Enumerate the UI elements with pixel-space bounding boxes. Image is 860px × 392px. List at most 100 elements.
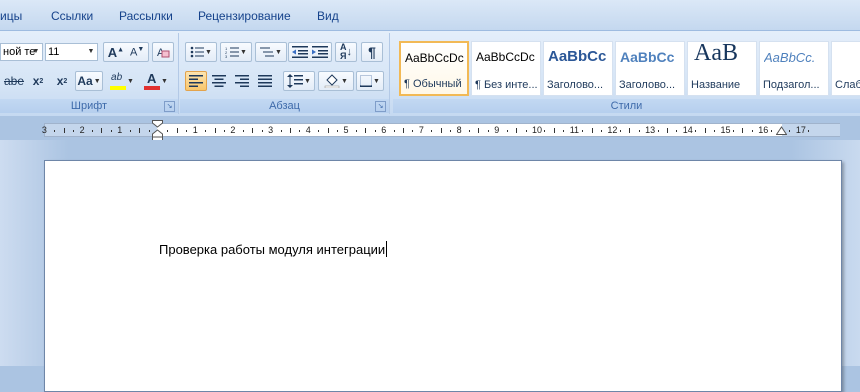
- justify-icon: [258, 75, 272, 87]
- arrow-down-icon: ↓: [346, 46, 353, 58]
- subscript-label: x: [32, 74, 40, 88]
- style-subtitle[interactable]: AaBbCc. Подзагол...: [759, 41, 829, 96]
- sort-button[interactable]: A Я ↓: [335, 42, 357, 62]
- change-case-button[interactable]: Aa ▼: [75, 71, 103, 91]
- text-caret: [386, 241, 388, 257]
- shrink-font-button[interactable]: A▼: [130, 46, 144, 59]
- ruler-tick: [374, 130, 376, 132]
- tab-view[interactable]: Вид: [317, 9, 339, 23]
- chevron-down-icon[interactable]: ▼: [31, 44, 41, 60]
- paragraph-group: ▼ 123 ▼ ▼ A Я ↓ ¶ ▼ ▼ ▼ Абзац ↘: [180, 33, 390, 114]
- decrease-indent-icon[interactable]: [292, 46, 308, 58]
- right-indent-marker-icon[interactable]: [776, 126, 787, 135]
- grow-font-label: A: [107, 44, 118, 60]
- ruler-tick: [676, 130, 678, 132]
- clear-formatting-button[interactable]: A: [152, 42, 174, 62]
- style-name: Слаб: [835, 79, 860, 91]
- line-spacing-button[interactable]: ▼: [283, 71, 315, 91]
- indent-marker-icon[interactable]: [152, 120, 163, 142]
- font-dialog-launcher[interactable]: ↘: [164, 101, 175, 112]
- paragraph-dialog-launcher[interactable]: ↘: [375, 101, 386, 112]
- document-text: Проверка работы модуля интеграции: [159, 242, 386, 257]
- font-color-label: A: [147, 71, 157, 86]
- align-right-button[interactable]: [231, 71, 253, 91]
- chevron-down-icon: ▼: [93, 77, 101, 85]
- paragraph-group-label: Абзац: [180, 99, 389, 113]
- style-name: ¶ Без инте...: [475, 79, 538, 91]
- indent-buttons: [288, 42, 332, 62]
- ruler-tick: [582, 130, 584, 132]
- tab-references[interactable]: Ссылки: [51, 9, 93, 23]
- ruler-tick: [252, 128, 254, 133]
- ribbon: ной те ▼ 11 ▼ A▲ A▼ A abe x2 x2 Aa ▼ ab ▼…: [0, 30, 860, 117]
- bullets-button[interactable]: ▼: [185, 42, 217, 62]
- font-name-combo[interactable]: ной те ▼: [0, 43, 43, 61]
- style-normal[interactable]: AaBbCcDc ¶ Обычный: [399, 41, 469, 96]
- style-name: Заголово...: [619, 79, 676, 91]
- style-sample: AaBbCc.: [764, 50, 816, 65]
- style-name: ¶ Обычный: [404, 78, 462, 90]
- strikethrough-button[interactable]: abe: [2, 71, 26, 91]
- style-heading-1[interactable]: AaBbCc Заголово...: [543, 41, 613, 96]
- ruler-tick: [403, 128, 405, 133]
- ruler-tick: [110, 130, 112, 132]
- ruler-tick: [732, 130, 734, 132]
- ruler-tick: [318, 130, 320, 132]
- document-text-line[interactable]: Проверка работы модуля интеграции: [159, 241, 388, 257]
- style-name: Заголово...: [547, 79, 604, 91]
- tab-tables[interactable]: ицы: [0, 9, 22, 23]
- tab-mailings[interactable]: Рассылки: [119, 9, 173, 23]
- align-center-button[interactable]: [208, 71, 230, 91]
- align-center-icon: [212, 75, 226, 87]
- document-page[interactable]: Проверка работы модуля интеграции: [44, 160, 842, 392]
- justify-button[interactable]: [254, 71, 276, 91]
- font-size-combo[interactable]: 11 ▼: [45, 43, 98, 61]
- ruler-tick: [393, 130, 395, 132]
- ruler-tick: [280, 130, 282, 132]
- superscript-label: x: [56, 74, 64, 88]
- ruler-tick: [544, 130, 546, 132]
- chevron-down-icon: ▼: [127, 77, 134, 85]
- increase-indent-icon[interactable]: [312, 46, 328, 58]
- ruler-number: 10: [532, 125, 543, 135]
- ruler-tick: [205, 130, 207, 132]
- shading-button[interactable]: ▼: [318, 71, 354, 91]
- styles-group: AaBbCcDc ¶ Обычный AaBbCcDc ¶ Без инте..…: [393, 33, 860, 114]
- numbering-button[interactable]: 123 ▼: [220, 42, 252, 62]
- borders-button[interactable]: ▼: [356, 71, 384, 91]
- ruler-tick: [214, 128, 216, 133]
- ruler-tick: [751, 130, 753, 132]
- ruler-tick: [770, 130, 772, 132]
- style-subtle-emphasis[interactable]: Слаб: [831, 41, 860, 96]
- ruler-number: 3: [268, 125, 274, 135]
- ruler-tick: [176, 128, 178, 133]
- style-heading-2[interactable]: AaBbCc Заголово...: [615, 41, 685, 96]
- multilevel-list-icon: [260, 47, 275, 57]
- highlight-button[interactable]: ab ▼: [106, 71, 138, 91]
- ruler-tick: [563, 130, 565, 132]
- style-sample: AaBbCc: [548, 48, 607, 65]
- chevron-down-icon: ▼: [373, 77, 380, 85]
- subscript-button[interactable]: x2: [29, 71, 47, 91]
- align-left-button[interactable]: [185, 71, 207, 91]
- tab-review[interactable]: Рецензирование: [198, 9, 291, 23]
- horizontal-ruler[interactable]: 3 2 1 1 2 3 4 5 6 7 8 9 10 11 12 13 14 15 16 17: [42, 120, 840, 142]
- show-formatting-button[interactable]: ¶: [361, 42, 383, 62]
- ruler-tick: [704, 128, 706, 133]
- document-area: Проверка работы модуля интеграции: [0, 140, 860, 392]
- multilevel-list-button[interactable]: ▼: [255, 42, 287, 62]
- superscript-button[interactable]: x2: [52, 71, 72, 91]
- style-sample: AaB: [694, 41, 738, 66]
- ruler-tick: [337, 130, 339, 132]
- chevron-down-icon[interactable]: ▼: [86, 44, 96, 60]
- svg-text:3: 3: [225, 54, 228, 58]
- style-title[interactable]: AaB Название: [687, 41, 757, 96]
- grow-font-button[interactable]: A▲: [108, 45, 124, 60]
- ribbon-tab-bar: ицы Ссылки Рассылки Рецензирование Вид: [0, 0, 860, 30]
- ruler-tick: [487, 130, 489, 132]
- ruler-number: 7: [418, 125, 424, 135]
- ruler-tick: [714, 130, 716, 132]
- font-color-button[interactable]: A ▼: [140, 71, 172, 91]
- ruler-number: 5: [343, 125, 349, 135]
- style-no-spacing[interactable]: AaBbCcDc ¶ Без инте...: [471, 41, 541, 96]
